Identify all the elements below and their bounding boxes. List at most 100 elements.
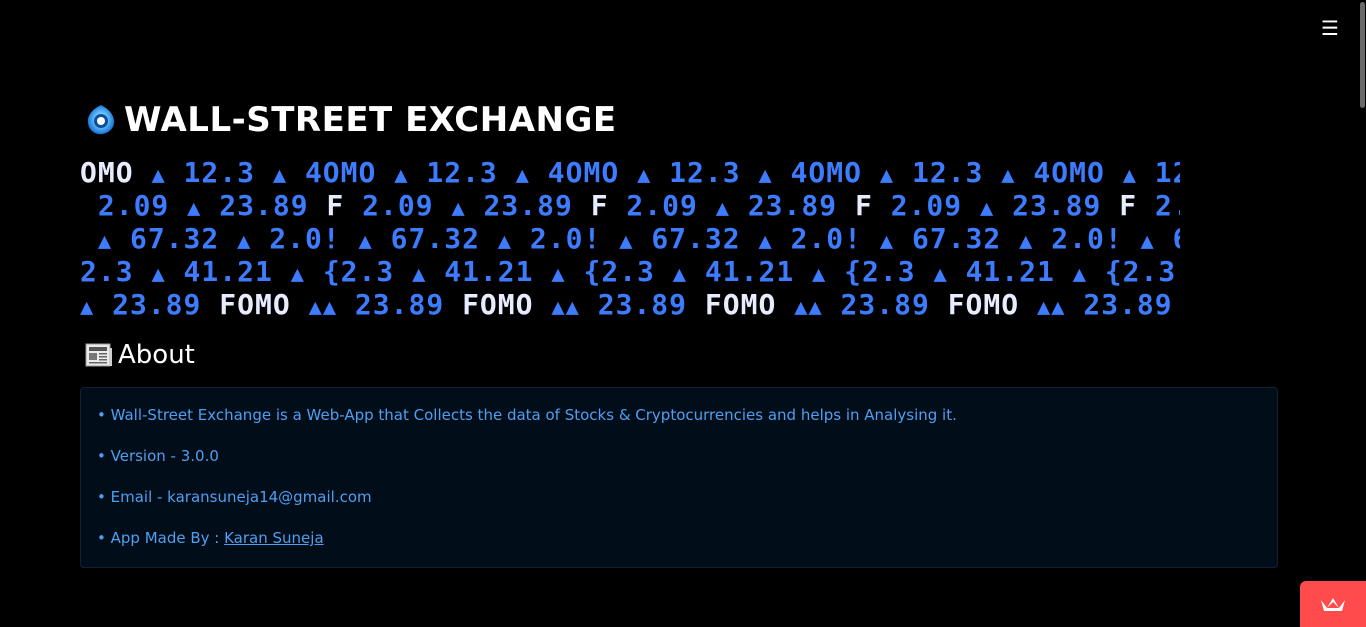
- up-triangle-icon: ▲: [672, 262, 688, 287]
- up-triangle-icon: ▲: [497, 229, 513, 254]
- up-triangle-icon: ▲: [1051, 295, 1066, 320]
- up-triangle-icon: ▲: [551, 295, 566, 320]
- up-triangle-icon: ▲: [879, 163, 895, 188]
- ticker-number: 41.21: [965, 255, 1055, 288]
- ticker-space: [344, 189, 362, 222]
- ticker-space: [376, 156, 394, 189]
- up-triangle-icon: ▲: [322, 295, 338, 320]
- app-title: WALL-STREET EXCHANGE: [124, 100, 617, 140]
- up-triangle-icon: ▲: [451, 196, 466, 221]
- ticker-word: FOMO: [704, 288, 777, 321]
- ticker-space: [862, 222, 880, 255]
- ticker-space: [566, 255, 584, 288]
- ticker-number: 67.32: [390, 222, 480, 255]
- ticker-space: [80, 222, 98, 255]
- ticker-row: ▲ 23.89 FOMO ▲ ▲ 23.89 FOMO ▲ ▲ 23.89 FOMO…: [80, 288, 1180, 321]
- ticker-space: [1016, 156, 1034, 189]
- up-triangle-icon: ▲: [515, 163, 530, 188]
- ticker-number: 41.21: [183, 255, 273, 288]
- ticker-number: {2.3: [844, 255, 916, 288]
- ticker-space: [291, 288, 309, 321]
- up-triangle-icon: ▲: [794, 295, 809, 320]
- ticker-space: [773, 156, 791, 189]
- ticker-space: [166, 156, 184, 189]
- up-triangle-icon: ▲: [879, 229, 895, 254]
- ticker-number: 12.3: [669, 156, 741, 189]
- ticker-space: [166, 255, 184, 288]
- up-triangle-icon: ▲: [551, 262, 566, 287]
- ticker-word: FOMO: [462, 288, 534, 321]
- ticker-space: [687, 288, 705, 321]
- ticker-number: 2.09: [890, 189, 963, 222]
- newspaper-icon: [85, 343, 112, 367]
- ticker-space: [273, 255, 291, 288]
- ticker-space: [309, 189, 327, 222]
- ticker-space: [730, 189, 748, 222]
- ticker-space: [823, 288, 841, 321]
- ticker-space: [1055, 255, 1073, 288]
- ticker-number: 2.0!: [529, 222, 602, 255]
- up-triangle-icon: ▲: [412, 262, 427, 287]
- ticker-word: F: [1119, 189, 1138, 222]
- ticker-word: FOMO: [947, 288, 1020, 321]
- app-page: ☰ WALL-STREET EXCHANGE OMO ▲ 12.3 ▲ 4OMO…: [0, 0, 1366, 627]
- ticker-space: [1019, 288, 1037, 321]
- ticker-number: 23.89: [840, 288, 930, 321]
- ticker-space: [409, 156, 427, 189]
- ticker-space: [426, 255, 444, 288]
- ticker-number: 41.21: [444, 255, 534, 288]
- about-heading: About: [84, 340, 195, 370]
- ticker-space: [80, 189, 98, 222]
- hamburger-menu-button[interactable]: ☰: [1316, 14, 1344, 42]
- ticker-space: [962, 189, 980, 222]
- ticker-space: [530, 156, 548, 189]
- streamlit-badge-button[interactable]: [1300, 581, 1366, 627]
- ticker-number: 4OMO: [790, 156, 863, 189]
- ticker-space: [466, 189, 484, 222]
- ticker-space: [894, 222, 912, 255]
- ticker-row: 2.09 ▲ 23.89 F 2.09 ▲ 23.89 F 2.09 ▲ 23.…: [80, 189, 1180, 222]
- ticker-space: [219, 222, 237, 255]
- ticker-space: [341, 222, 359, 255]
- ticker-number: 12.3: [426, 156, 498, 189]
- scrollbar-thumb[interactable]: [1360, 2, 1365, 108]
- ticker-space: [251, 222, 269, 255]
- up-triangle-icon: ▲: [80, 295, 95, 320]
- ticker-number: {2.3: [322, 255, 395, 288]
- ticker-space: [1101, 189, 1119, 222]
- ticker-space: [512, 222, 530, 255]
- ticker-number: 41.21: [704, 255, 795, 288]
- ticker-space: [201, 189, 219, 222]
- ticker-number: 2.09: [97, 189, 170, 222]
- about-email: • Email - karansuneja14@gmail.com: [97, 488, 372, 506]
- ticker-space: [287, 156, 305, 189]
- up-triangle-icon: ▲: [272, 163, 288, 188]
- ticker-space: [1137, 189, 1155, 222]
- ticker-space: [776, 288, 794, 321]
- ticker-space: [862, 156, 880, 189]
- up-triangle-icon: ▲: [97, 229, 113, 254]
- scrollbar[interactable]: [1358, 0, 1366, 627]
- hamburger-icon: ☰: [1321, 16, 1339, 40]
- ticker-number: 23.89: [483, 189, 573, 222]
- ticker-number: 23.89: [597, 288, 688, 321]
- ticker-number: 67.32: [1173, 222, 1180, 255]
- ticker-space: [916, 255, 934, 288]
- about-description: • Wall-Street Exchange is a Web-App that…: [97, 406, 957, 424]
- ticker-number: 67.32: [911, 222, 1002, 255]
- ticker-space: [169, 189, 187, 222]
- ticker-space: [983, 156, 1001, 189]
- ticker-number: 23.89: [1083, 288, 1173, 321]
- ticker-space: [651, 156, 669, 189]
- ticker-space: [698, 189, 716, 222]
- ticker-space: [1001, 222, 1019, 255]
- ticker-space: [112, 222, 130, 255]
- author-link[interactable]: Karan Suneja: [224, 529, 324, 547]
- ticker-number: 2.0!: [269, 222, 341, 255]
- ticker-number: 4OMO: [1033, 156, 1105, 189]
- crown-icon: [1321, 598, 1345, 611]
- ticker-word: F: [326, 189, 345, 222]
- ticker-space: [255, 156, 273, 189]
- ticker-space: [134, 156, 152, 189]
- ticker-number: {2.3: [583, 255, 655, 288]
